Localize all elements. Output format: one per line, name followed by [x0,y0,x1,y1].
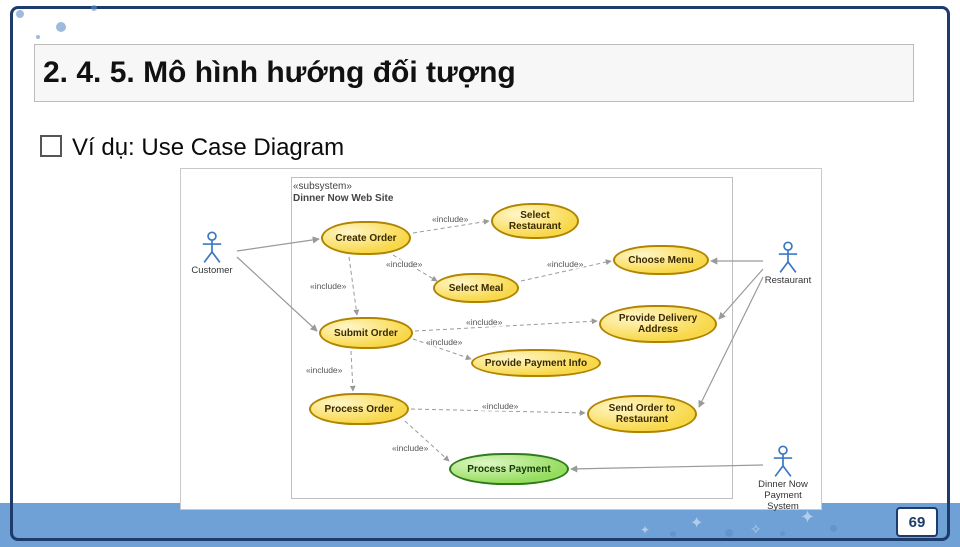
subsystem-label: «subsystem» Dinner Now Web Site [293,181,393,204]
bullet-row: Ví dụ: Use Case Diagram [40,134,344,162]
usecase-diagram: «subsystem» Dinner Now Web Site Customer… [180,168,822,510]
usecase-create-order-label: Create Order [335,233,396,244]
usecase-send-order-label: Send Order to Restaurant [609,403,676,425]
usecase-choose-menu-label: Choose Menu [628,255,694,266]
subsystem-stereotype: «subsystem» [293,181,352,192]
page-number: 69 [909,514,926,531]
edge-label-7: «include» [305,365,343,375]
edge-label-9: «include» [391,443,429,453]
usecase-send-order: Send Order to Restaurant [587,395,697,433]
usecase-create-order: Create Order [321,221,411,255]
usecase-process-order: Process Order [309,393,409,425]
bullet-text: Ví dụ: Use Case Diagram [72,134,344,161]
usecase-select-meal: Select Meal [433,273,519,303]
usecase-select-restaurant: Select Restaurant [491,203,579,239]
edge-label-4: «include» [309,281,347,291]
usecase-submit-order: Submit Order [319,317,413,349]
usecase-provide-delivery: Provide Delivery Address [599,305,717,343]
usecase-select-restaurant-label: Select Restaurant [509,210,561,232]
slide-title-text: 2. 4. 5. Mô hình hướng đối tượng [43,56,516,90]
bullet-box-icon [40,135,62,157]
usecase-process-payment: Process Payment [449,453,569,485]
usecase-choose-menu: Choose Menu [613,245,709,275]
actor-restaurant-label: Restaurant [765,275,811,286]
usecase-provide-payment: Provide Payment Info [471,349,601,377]
edge-label-2: «include» [385,259,423,269]
usecase-provide-payment-label: Provide Payment Info [485,358,587,369]
usecase-process-payment-label: Process Payment [467,464,550,475]
edge-label-5: «include» [465,317,503,327]
edge-label-6: «include» [425,337,463,347]
usecase-select-meal-label: Select Meal [449,283,503,294]
usecase-submit-order-label: Submit Order [334,328,398,339]
actor-customer-label: Customer [191,265,232,276]
edge-label-8: «include» [481,401,519,411]
corner-decoration-bottom-right: ✦ ✦ ✧ ✦ [630,495,890,545]
actor-customer: Customer [185,231,239,276]
page-number-badge: 69 [896,507,938,537]
edge-label-3: «include» [546,259,584,269]
actor-restaurant: Restaurant [761,241,815,286]
slide-title: 2. 4. 5. Mô hình hướng đối tượng [34,44,914,102]
slide-page: 2. 4. 5. Mô hình hướng đối tượng Ví dụ: … [0,0,960,547]
subsystem-name: Dinner Now Web Site [293,193,393,204]
usecase-provide-delivery-label: Provide Delivery Address [619,313,697,335]
usecase-process-order-label: Process Order [325,404,394,415]
edge-label-1: «include» [431,214,469,224]
